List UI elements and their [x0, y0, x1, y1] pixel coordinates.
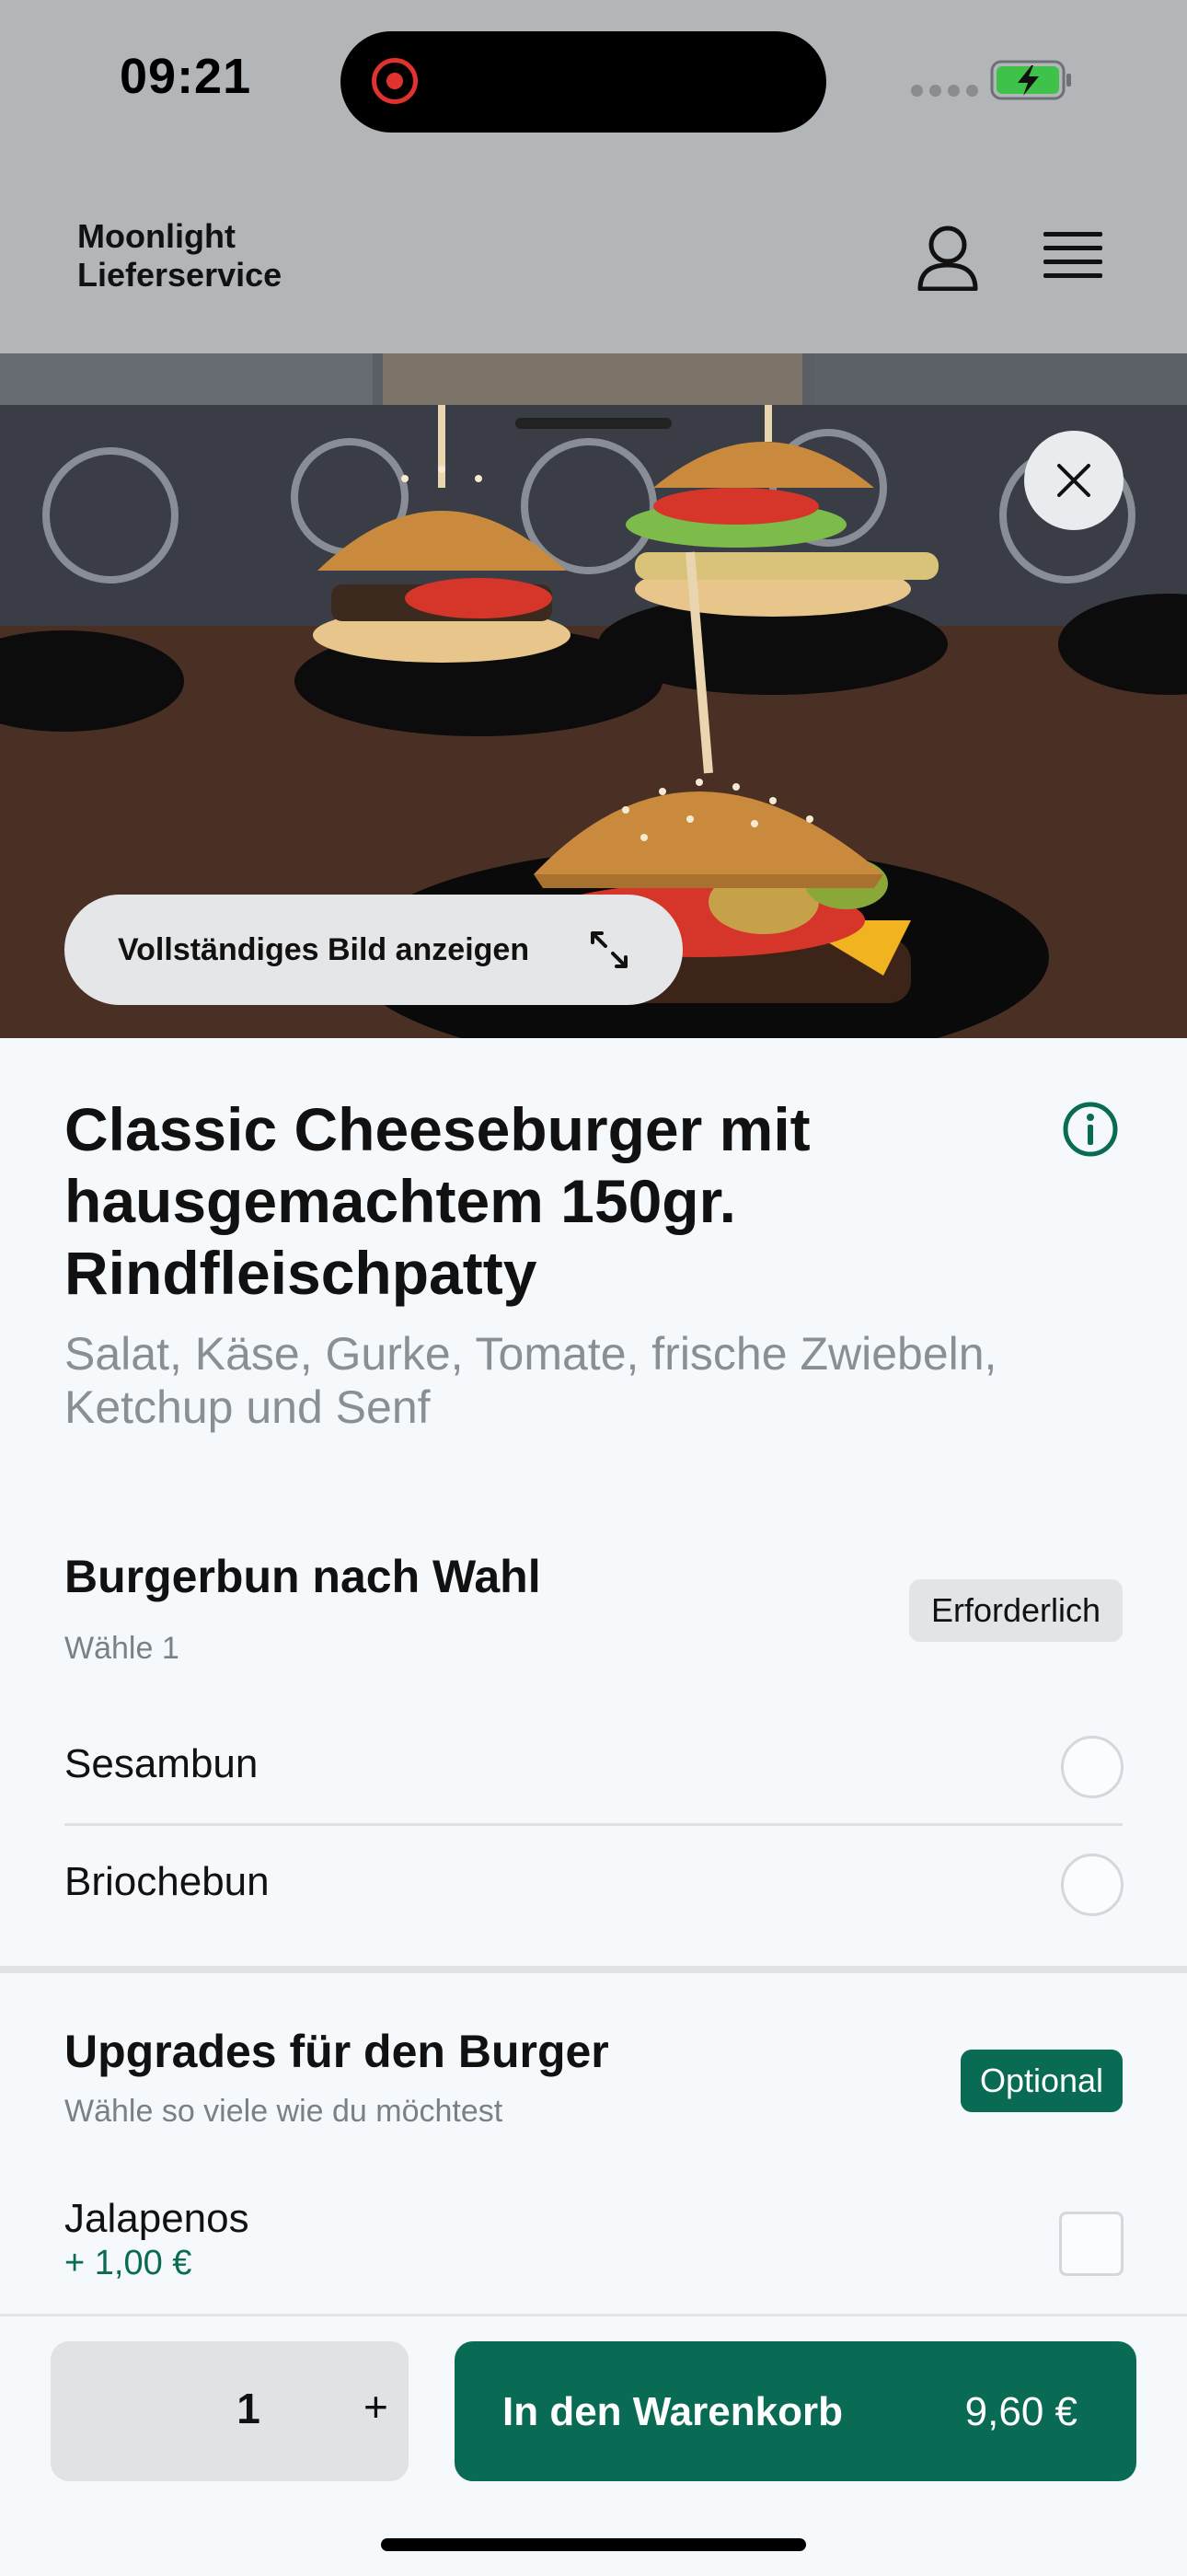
bun-section-subtitle: Wähle 1 [64, 1631, 179, 1666]
brand-line-1: Moonlight [77, 217, 236, 255]
option-jalapenos-price: + 1,00 € [64, 2244, 192, 2282]
add-to-cart-label: In den Warenkorb [502, 2389, 843, 2434]
required-badge: Erforderlich [909, 1579, 1123, 1642]
section-separator [0, 1966, 1187, 1973]
product-description: Salat, Käse, Gurke, Tomate, frische Zwie… [64, 1328, 997, 1433]
brand-logo[interactable]: Moonlight Lieferservice [77, 217, 282, 295]
close-button[interactable] [1024, 431, 1124, 530]
user-icon[interactable] [916, 225, 979, 291]
brand-line-2: Lieferservice [77, 256, 282, 294]
recording-icon [372, 58, 418, 104]
expand-icon [591, 931, 628, 968]
quantity-stepper: 1 + [51, 2341, 409, 2481]
quantity-value: 1 [236, 2385, 260, 2432]
option-briochebun-radio[interactable] [1061, 1854, 1124, 1916]
option-sesambun-radio[interactable] [1061, 1736, 1124, 1798]
increase-quantity-button[interactable]: + [363, 2382, 388, 2432]
product-title: Classic Cheeseburger mit hausgemachtem 1… [64, 1095, 811, 1307]
background-gallery [0, 353, 1187, 405]
show-full-image-button[interactable]: Vollständiges Bild anzeigen [64, 895, 683, 1005]
optional-badge: Optional [961, 2050, 1123, 2112]
hamburger-menu-icon[interactable] [1043, 232, 1102, 283]
dynamic-island [340, 31, 826, 133]
app-header: 09:21 Moonlight Lieferservice [0, 0, 1187, 353]
info-icon[interactable] [1062, 1101, 1119, 1158]
option-sesambun-label: Sesambun [64, 1741, 259, 1786]
option-jalapenos-label: Jalapenos [64, 2196, 249, 2241]
close-icon [1057, 464, 1090, 497]
divider [64, 1823, 1123, 1826]
status-time: 09:21 [120, 49, 252, 104]
add-to-cart-button[interactable]: In den Warenkorb 9,60 € [455, 2341, 1136, 2481]
home-indicator[interactable] [381, 2538, 806, 2551]
cart-total-price: 9,60 € [964, 2389, 1078, 2434]
battery-charging-icon [990, 60, 1071, 100]
option-briochebun-label: Briochebun [64, 1859, 270, 1904]
bun-section-title: Burgerbun nach Wahl [64, 1551, 541, 1602]
upgrades-section-title: Upgrades für den Burger [64, 2026, 609, 2077]
upgrades-section-subtitle: Wähle so viele wie du möchtest [64, 2094, 503, 2129]
sheet-grabber[interactable] [515, 418, 672, 429]
show-full-image-label: Vollständiges Bild anzeigen [118, 931, 530, 967]
signal-icon [911, 85, 978, 97]
option-jalapenos-checkbox[interactable] [1059, 2212, 1124, 2276]
